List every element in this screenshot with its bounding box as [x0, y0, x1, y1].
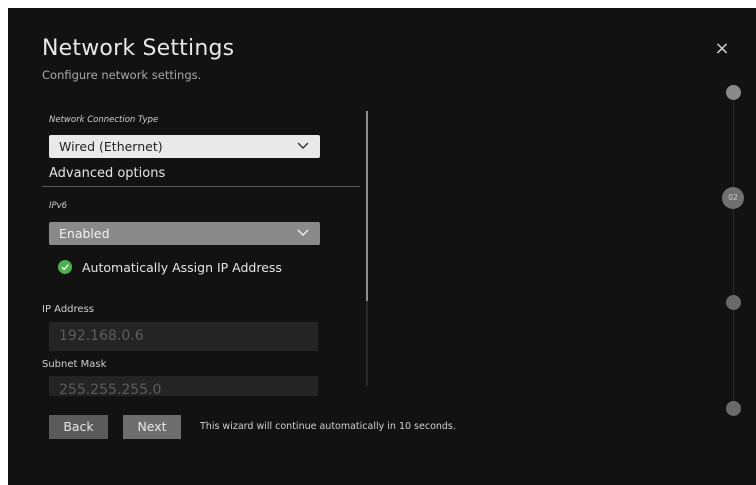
- step-dot-current: 02: [722, 187, 744, 209]
- auto-assign-ip-checkbox[interactable]: Automatically Assign IP Address: [58, 257, 282, 277]
- ip-address-label: IP Address: [42, 304, 94, 315]
- step-track: [733, 91, 734, 409]
- ip-address-input[interactable]: 192.168.0.6: [49, 322, 318, 351]
- check-circle-icon: [58, 260, 72, 274]
- page-title: Network Settings: [42, 36, 235, 61]
- back-button[interactable]: Back: [49, 415, 108, 439]
- section-divider: [42, 186, 360, 187]
- auto-assign-ip-label: Automatically Assign IP Address: [82, 259, 282, 275]
- ipv6-dropdown[interactable]: Enabled: [49, 222, 320, 245]
- connection-type-dropdown[interactable]: Wired (Ethernet): [49, 135, 320, 158]
- advanced-options-heading: Advanced options: [49, 166, 166, 181]
- chevron-down-icon: [297, 229, 309, 236]
- close-icon[interactable]: ×: [714, 40, 730, 58]
- chevron-down-icon: [297, 142, 309, 149]
- next-button[interactable]: Next: [123, 415, 181, 439]
- panel-scrollbar[interactable]: [366, 111, 368, 386]
- step-dot-3: [726, 295, 741, 310]
- settings-panel: Network Connection Type Wired (Ethernet)…: [8, 106, 370, 396]
- ipv6-label: IPv6: [49, 201, 68, 211]
- auto-continue-hint: This wizard will continue automatically …: [200, 421, 456, 432]
- step-dot-1: [726, 85, 741, 100]
- connection-type-label: Network Connection Type: [49, 115, 159, 125]
- step-dot-4: [726, 401, 741, 416]
- scrollbar-thumb[interactable]: [366, 111, 368, 301]
- page-subtitle: Configure network settings.: [42, 68, 202, 82]
- subnet-mask-input[interactable]: 255.255.255.0: [49, 376, 318, 396]
- subnet-mask-label: Subnet Mask: [42, 359, 107, 370]
- ipv6-value: Enabled: [59, 226, 110, 241]
- connection-type-value: Wired (Ethernet): [59, 139, 163, 154]
- network-settings-screen: Network Settings Configure network setti…: [8, 8, 756, 485]
